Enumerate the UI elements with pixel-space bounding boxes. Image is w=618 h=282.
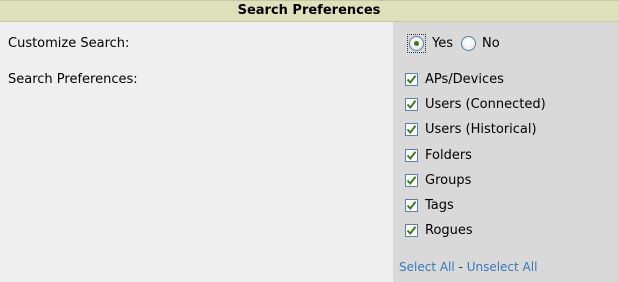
checkbox-row-folders[interactable]: Folders — [405, 143, 546, 168]
customize-search-label: Customize Search: — [8, 36, 130, 51]
checkmark-icon — [406, 125, 417, 135]
checkbox-aps-devices[interactable] — [405, 73, 418, 87]
checkbox-label-users-historical[interactable]: Users (Historical) — [425, 122, 537, 137]
search-preferences-label: Search Preferences: — [8, 72, 138, 87]
checkbox-groups[interactable] — [405, 173, 418, 187]
search-preferences-panel: Search Preferences Customize Search: Sea… — [0, 0, 618, 282]
checkbox-row-users-connected[interactable]: Users (Connected) — [405, 92, 546, 117]
checkbox-users-connected[interactable] — [405, 98, 418, 112]
unselect-all-link[interactable]: Unselect All — [467, 260, 538, 274]
checkmark-icon — [406, 176, 417, 185]
checkbox-label-tags[interactable]: Tags — [425, 198, 454, 213]
radio-no-label[interactable]: No — [482, 36, 500, 51]
checkbox-label-groups[interactable]: Groups — [425, 173, 471, 188]
checkbox-row-users-historical[interactable]: Users (Historical) — [405, 117, 546, 142]
checkmark-icon — [406, 150, 417, 160]
checkbox-label-users-connected[interactable]: Users (Connected) — [425, 97, 546, 112]
radio-yes-label[interactable]: Yes — [432, 36, 453, 51]
checkbox-label-aps-devices[interactable]: APs/Devices — [425, 72, 504, 87]
checkbox-label-folders[interactable]: Folders — [425, 148, 472, 163]
checkmark-icon — [406, 75, 417, 85]
radio-yes-focus-ring — [407, 34, 426, 53]
checkbox-folders[interactable] — [405, 148, 418, 162]
checkbox-row-groups[interactable]: Groups — [405, 168, 546, 193]
radio-no[interactable] — [461, 36, 476, 51]
checkmark-icon — [406, 226, 417, 236]
checkmark-icon — [406, 100, 417, 110]
preference-checkbox-list: APs/Devices Users (Connected) Users (His… — [405, 67, 546, 243]
controls-column: Yes No APs/Devices Users (Connected) Use… — [393, 22, 618, 282]
labels-column: Customize Search: Search Preferences: — [0, 22, 393, 282]
select-all-link[interactable]: Select All — [399, 260, 455, 274]
checkbox-tags[interactable] — [405, 199, 418, 213]
link-separator: - — [454, 260, 467, 274]
checkbox-row-rogues[interactable]: Rogues — [405, 218, 546, 243]
checkbox-rogues[interactable] — [405, 224, 418, 238]
checkbox-label-rogues[interactable]: Rogues — [425, 223, 473, 238]
panel-title: Search Preferences — [0, 0, 618, 22]
customize-search-radio-group: Yes No — [407, 34, 508, 53]
checkmark-icon — [406, 201, 417, 211]
selection-links: Select All - Unselect All — [399, 260, 537, 274]
radio-yes[interactable] — [409, 36, 424, 51]
checkbox-row-tags[interactable]: Tags — [405, 193, 546, 218]
checkbox-users-historical[interactable] — [405, 123, 418, 137]
checkbox-row-aps-devices[interactable]: APs/Devices — [405, 67, 546, 92]
